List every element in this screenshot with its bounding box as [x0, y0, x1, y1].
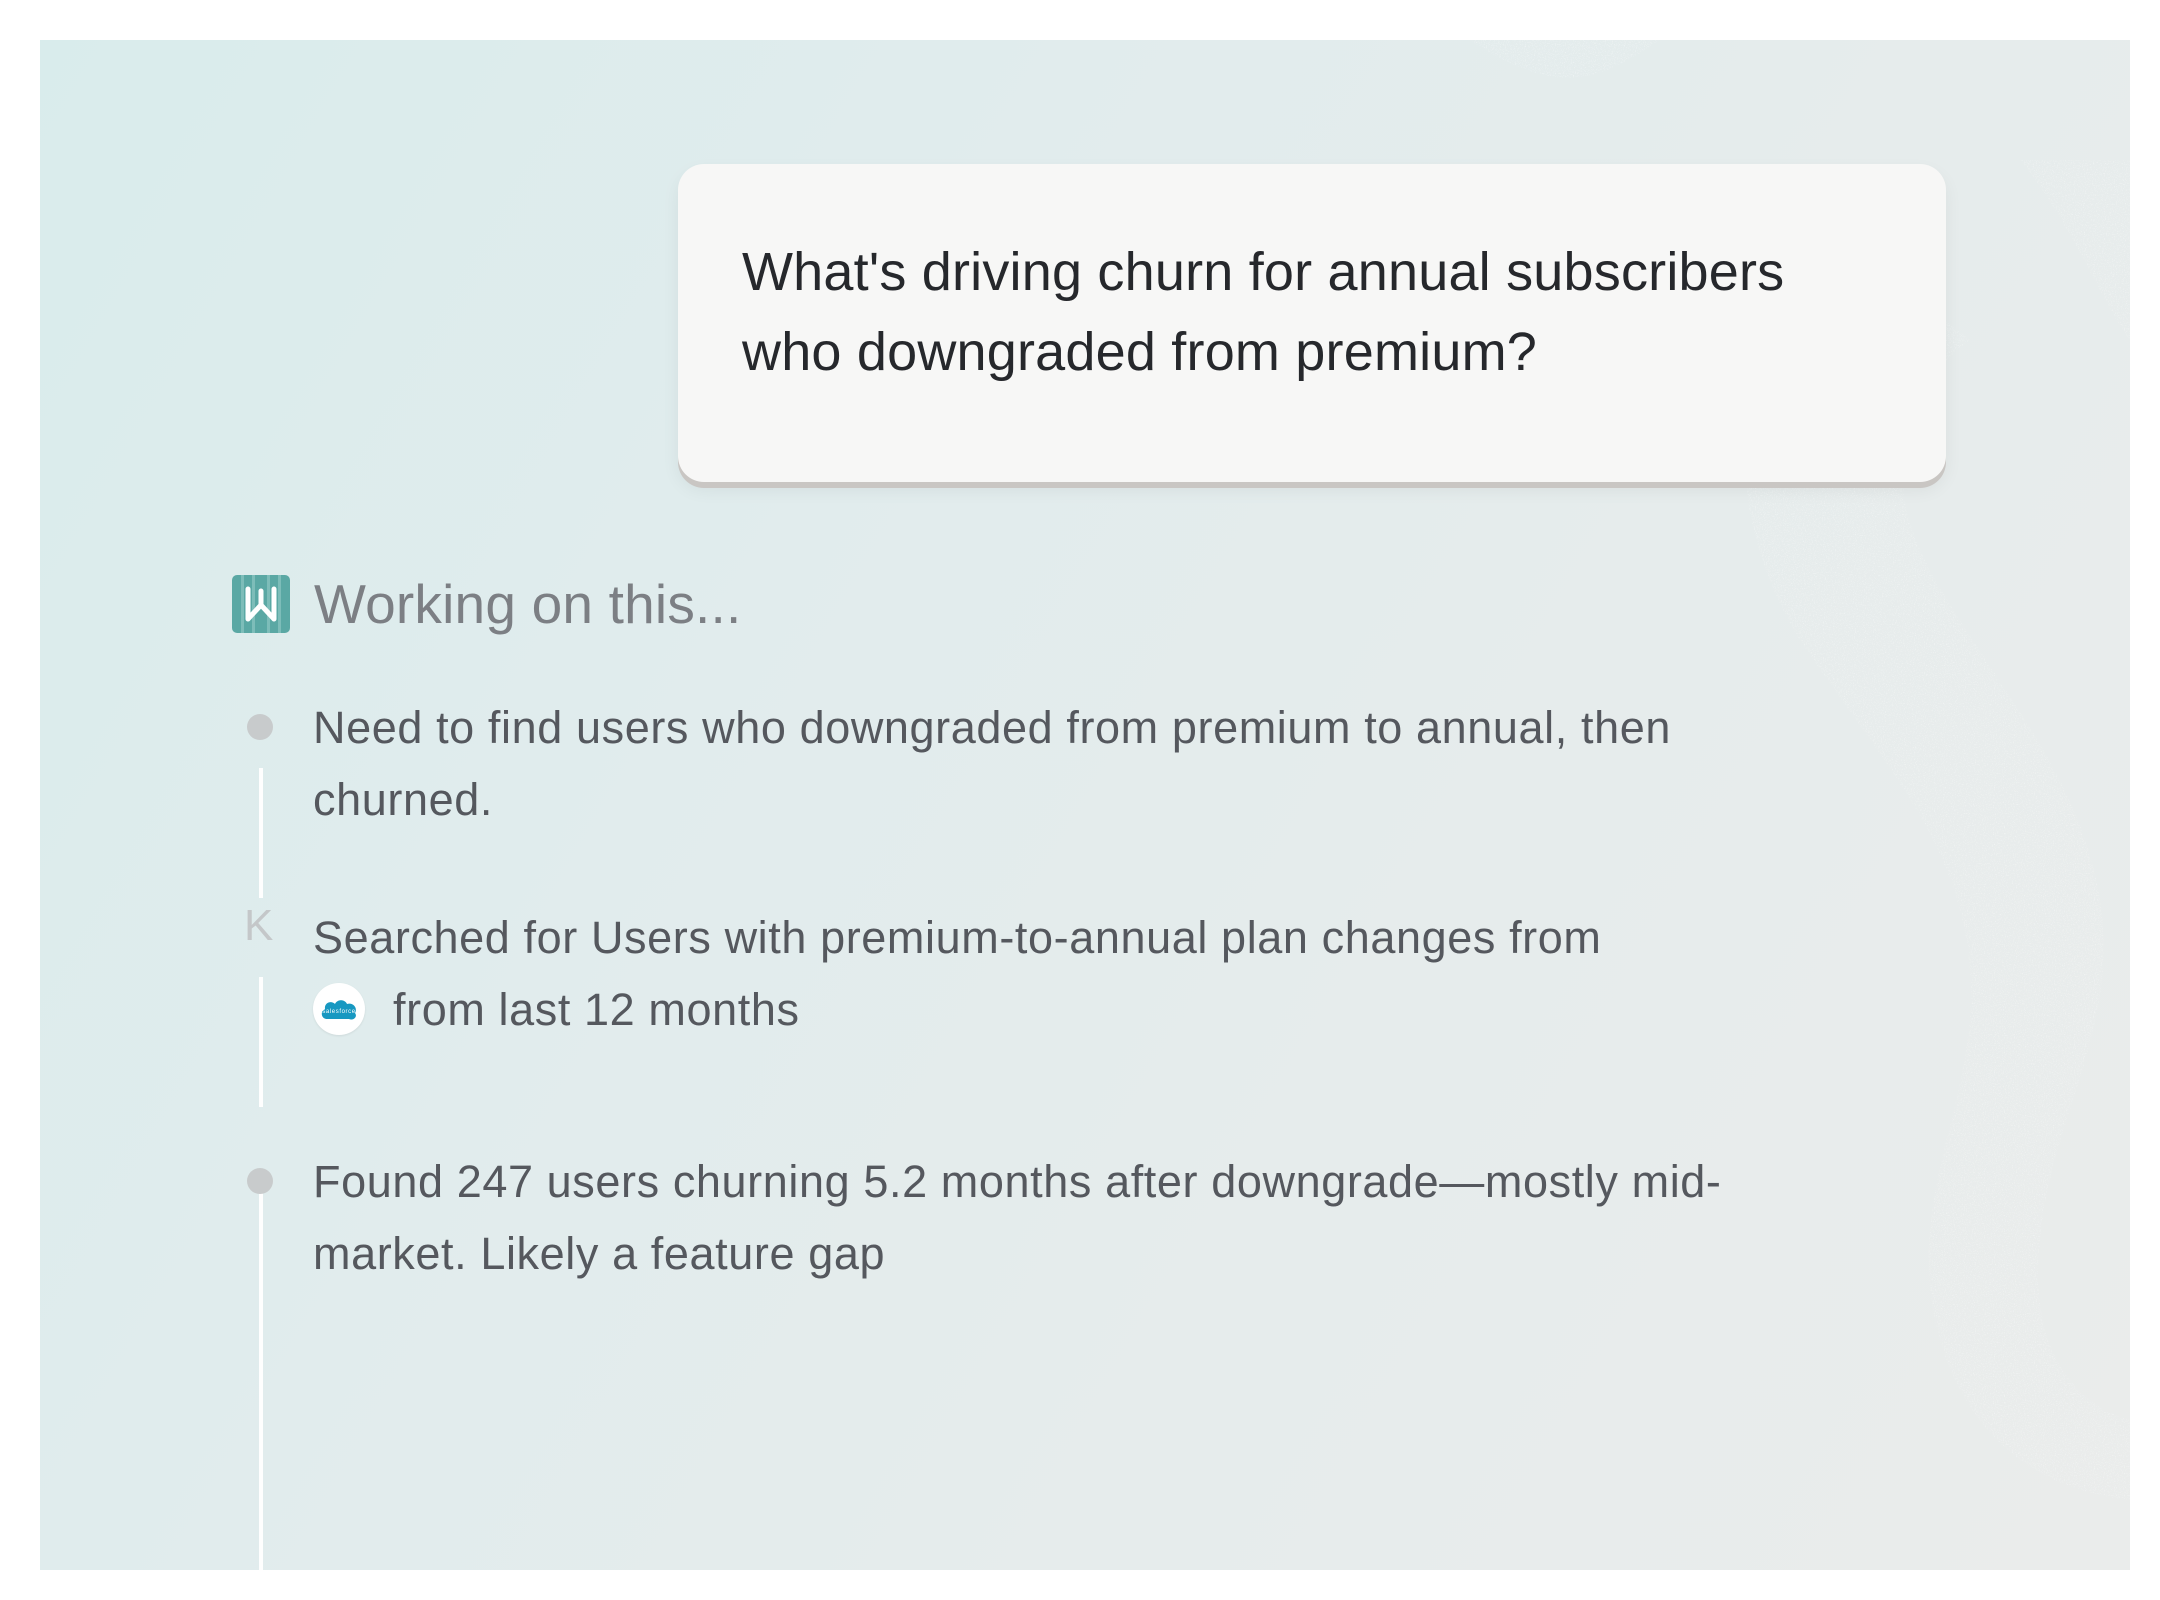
- step-3: Found 247 users churning 5.2 months afte…: [313, 1146, 1722, 1290]
- step-1-line-2: churned.: [313, 774, 493, 825]
- step-dot-icon: [247, 714, 273, 740]
- app-canvas: What's driving churn for annual subscrib…: [40, 40, 2130, 1570]
- step-2-line-2-text: from last 12 months: [393, 984, 800, 1035]
- svg-text:salesforce: salesforce: [322, 1009, 355, 1015]
- step-1-line-1: Need to find users who downgraded from p…: [313, 702, 1671, 753]
- logo-icon: [232, 575, 290, 633]
- working-status: Working on this...: [232, 573, 742, 635]
- step-1: Need to find users who downgraded from p…: [313, 692, 1671, 836]
- user-message-line-1: What's driving churn for annual subscrib…: [742, 242, 1785, 302]
- step-3-line-2: market. Likely a feature gap: [313, 1228, 886, 1279]
- step-dot-icon: [247, 1168, 273, 1194]
- user-message-line-2: who downgraded from premium?: [742, 322, 1537, 382]
- step-2-line-2: salesforce from last 12 months: [313, 974, 1601, 1046]
- step-2: Searched for Users with premium-to-annua…: [313, 902, 1601, 1046]
- salesforce-icon: salesforce: [313, 983, 365, 1036]
- step-3-line-1: Found 247 users churning 5.2 months afte…: [313, 1156, 1722, 1207]
- timeline-line-1: [259, 768, 263, 898]
- status-text: Working on this...: [314, 573, 742, 635]
- timeline-line-3: [259, 1180, 263, 1570]
- step-2-line-1: Searched for Users with premium-to-annua…: [313, 912, 1602, 963]
- user-message-bubble: What's driving churn for annual subscrib…: [678, 164, 1946, 482]
- k-icon: K: [244, 901, 274, 950]
- timeline-line-2: [259, 977, 263, 1107]
